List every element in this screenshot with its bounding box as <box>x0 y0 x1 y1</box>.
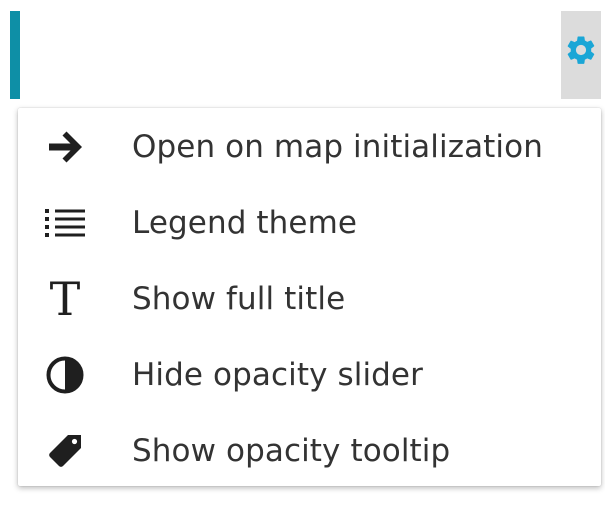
list-icon <box>38 207 92 239</box>
arrow-right-icon <box>38 131 92 163</box>
tag-icon <box>38 433 92 469</box>
menu-item-label: Hide opacity slider <box>132 357 423 393</box>
half-circle-icon <box>38 355 92 395</box>
settings-button[interactable] <box>561 11 601 99</box>
menu-item-show-opacity-tooltip[interactable]: Show opacity tooltip <box>18 413 601 489</box>
menu-item-open-on-init[interactable]: Open on map initialization <box>18 108 601 185</box>
accent-bar <box>10 11 20 99</box>
layer-settings-panel: Open on map initialization Legend theme … <box>0 0 605 515</box>
settings-menu: Open on map initialization Legend theme … <box>18 108 601 486</box>
menu-item-label: Show full title <box>132 281 346 317</box>
menu-item-hide-opacity-slider[interactable]: Hide opacity slider <box>18 337 601 413</box>
menu-item-show-full-title[interactable]: T Show full title <box>18 261 601 337</box>
menu-item-label: Legend theme <box>132 205 358 241</box>
text-t-glyph: T <box>49 272 81 326</box>
menu-item-label: Open on map initialization <box>132 128 543 165</box>
menu-item-label: Show opacity tooltip <box>132 433 451 469</box>
text-t-icon: T <box>38 276 92 322</box>
gear-icon <box>564 33 598 71</box>
menu-item-legend-theme[interactable]: Legend theme <box>18 185 601 261</box>
